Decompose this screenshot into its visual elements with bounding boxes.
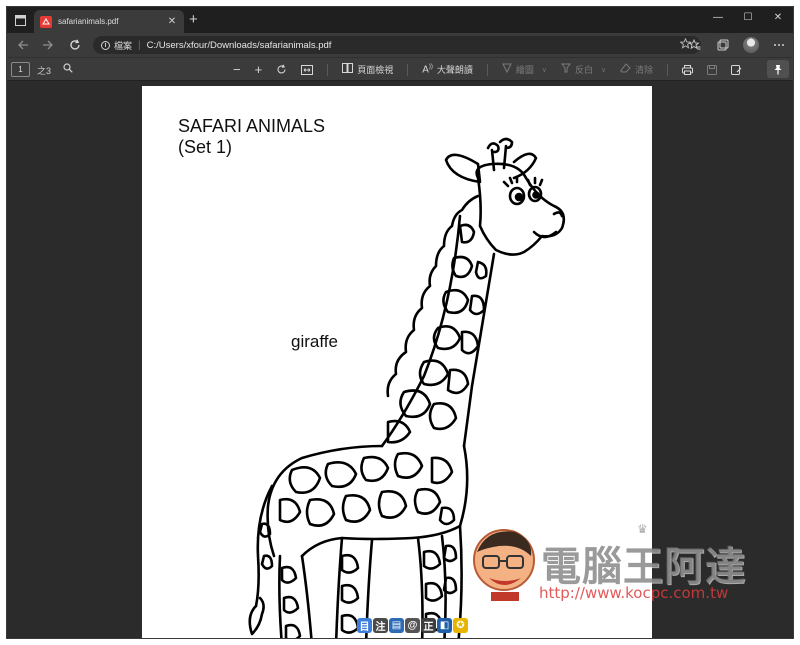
browser-toolbar-icons	[687, 37, 787, 53]
url-text[interactable]: C:/Users/xfour/Downloads/safarianimals.p…	[147, 40, 332, 51]
rotate-button[interactable]	[276, 64, 287, 75]
tab-safarianimals[interactable]: safarianimals.pdf ✕	[34, 10, 184, 33]
favorites-icon[interactable]	[687, 37, 703, 53]
watermark-badge-icon: 目	[357, 618, 372, 633]
arrow-left-icon	[18, 40, 28, 50]
address-separator: |	[138, 39, 141, 51]
draw-label: 繪圖	[515, 65, 534, 75]
watermark-badge-icon: ✪	[453, 618, 468, 633]
pdf-tools-group: − + 頁面檢視 A)) 大聲朗讀 繪圖 ∨ 反白 ∨ 清除	[233, 58, 756, 81]
fit-page-icon	[301, 64, 314, 75]
chevron-down-icon[interactable]: ∨	[542, 66, 547, 74]
search-icon[interactable]	[63, 63, 73, 76]
reload-icon	[70, 39, 80, 50]
page-view-label: 頁面檢視	[357, 65, 394, 75]
watermark-badge-icon: 注	[373, 618, 388, 633]
pin-icon	[774, 64, 782, 74]
highlight-label: 反白	[575, 65, 594, 75]
arrow-right-icon	[43, 40, 53, 50]
rotate-icon	[277, 64, 286, 74]
draw-icon	[502, 63, 512, 76]
toolbar-divider	[327, 63, 329, 76]
page-total: 之3	[37, 66, 52, 76]
eraser-icon	[620, 63, 631, 76]
file-scheme-label: 檔案	[114, 40, 133, 51]
profile-avatar[interactable]	[743, 37, 759, 53]
page-number-input[interactable]: 1	[11, 62, 30, 77]
toolbar-divider	[486, 63, 488, 76]
erase-label: 清除	[635, 65, 654, 75]
minimize-button[interactable]: —	[703, 7, 733, 27]
collections-icon[interactable]	[715, 37, 731, 53]
maximize-button[interactable]: ☐	[733, 7, 763, 27]
print-button[interactable]	[682, 64, 694, 75]
close-window-button[interactable]: ✕	[763, 7, 793, 27]
window-controls: — ☐ ✕	[703, 7, 793, 29]
highlight-icon	[561, 63, 572, 76]
zoom-out-button[interactable]: −	[233, 62, 241, 77]
back-button[interactable]	[15, 37, 31, 53]
watermark-icon-strip: 目 注 ▤ @ 正 ◧ ✪	[357, 618, 468, 634]
new-tab-button[interactable]: +	[189, 12, 198, 27]
highlight-button[interactable]: 反白 ∨	[561, 63, 606, 76]
navigation-bar: i 檔案 | C:/Users/xfour/Downloads/safarian…	[7, 33, 793, 57]
browser-window: safarianimals.pdf ✕ + — ☐ ✕ i 檔案 | C:/Us…	[6, 6, 794, 639]
save-as-icon	[731, 64, 742, 75]
watermark-badge-icon: ▤	[389, 618, 404, 633]
save-icon	[707, 64, 718, 75]
watermark-badge-icon: ◧	[437, 618, 452, 633]
pin-toolbar-button[interactable]	[767, 60, 789, 78]
tab-actions-icon[interactable]	[11, 11, 29, 29]
watermark: ♛ 電腦王阿達 http://www.kocpc.com.tw	[467, 522, 767, 612]
toolbar-divider	[667, 63, 669, 76]
watermark-badge-icon: @	[405, 618, 420, 633]
fit-page-button[interactable]	[301, 64, 314, 75]
mascot-face-icon	[473, 529, 535, 601]
forward-button[interactable]	[40, 37, 56, 53]
draw-button[interactable]: 繪圖 ∨	[502, 63, 547, 76]
zoom-in-button[interactable]: +	[255, 62, 263, 77]
printer-icon	[682, 64, 694, 75]
watermark-badge-icon: 正	[421, 618, 436, 633]
save-button[interactable]	[707, 64, 718, 75]
reload-button[interactable]	[67, 37, 83, 53]
read-aloud-label: 大聲朗讀	[436, 65, 473, 75]
pdf-toolbar: 1 之3 − + 頁面檢視 A)) 大聲朗讀 繪圖 ∨ 反白 ∨ 清除	[7, 57, 793, 81]
watermark-url: http://www.kocpc.com.tw	[539, 584, 729, 602]
erase-button[interactable]: 清除	[620, 63, 653, 76]
tab-close-icon[interactable]: ✕	[166, 16, 178, 27]
read-aloud-icon: A))	[422, 63, 433, 76]
info-icon[interactable]: i	[101, 40, 110, 50]
tab-title: safarianimals.pdf	[58, 17, 119, 26]
address-bar[interactable]: i 檔案 | C:/Users/xfour/Downloads/safarian…	[93, 36, 701, 54]
page-view-button[interactable]: 頁面檢視	[342, 63, 393, 76]
save-as-button[interactable]	[731, 64, 742, 75]
page-view-icon	[342, 63, 354, 76]
more-menu-icon[interactable]	[771, 37, 787, 53]
chevron-down-icon[interactable]: ∨	[601, 66, 606, 74]
read-aloud-button[interactable]: A)) 大聲朗讀	[422, 63, 473, 76]
toolbar-divider	[407, 63, 409, 76]
pdf-file-icon	[40, 15, 52, 28]
tab-strip: safarianimals.pdf ✕ + — ☐ ✕	[7, 7, 793, 33]
